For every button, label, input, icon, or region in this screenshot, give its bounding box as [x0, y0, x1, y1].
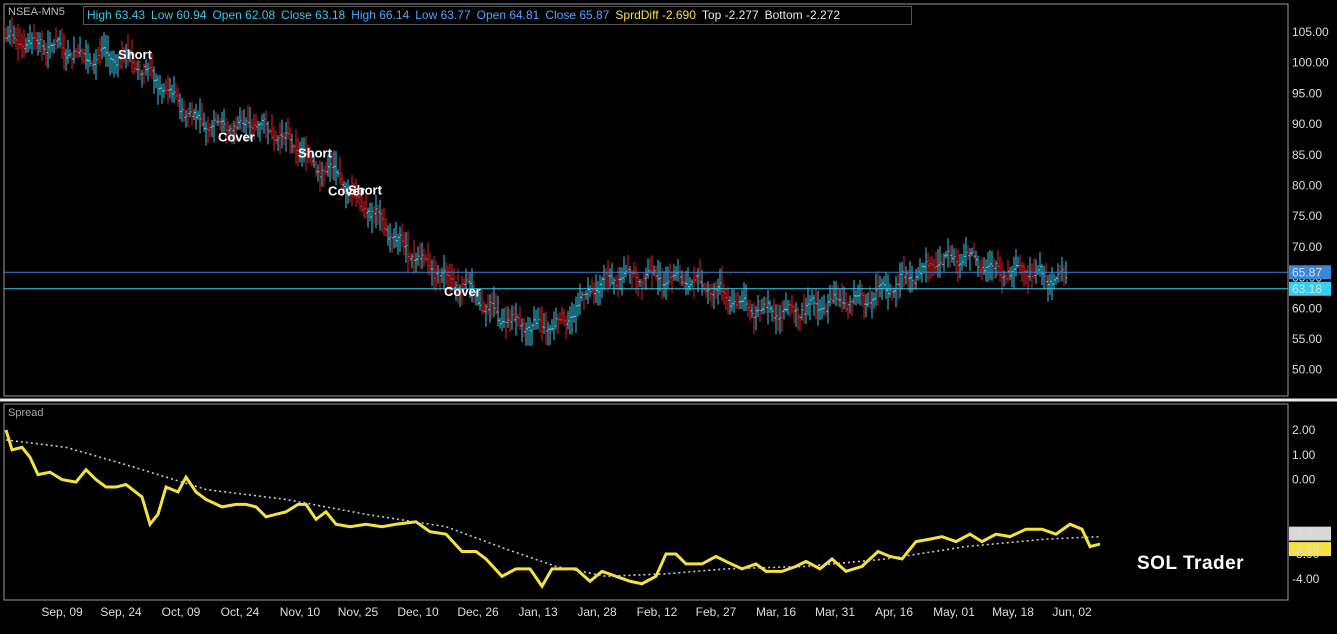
trade-signal-short-4: Short	[348, 183, 383, 198]
time-axis-tick-9: Jan, 28	[577, 605, 617, 619]
info-open-2: Open 62.08	[212, 8, 276, 22]
time-axis-tick-4: Nov, 10	[280, 605, 321, 619]
time-axis-tick-8: Jan, 13	[518, 605, 558, 619]
info-close-3: Close 63.18	[281, 8, 346, 22]
price-axis-tick-3: 90.00	[1292, 117, 1322, 131]
time-axis-tick-10: Feb, 12	[637, 605, 678, 619]
price-axis-tick-2: 95.00	[1292, 86, 1322, 100]
time-axis-tick-14: Apr, 16	[875, 605, 913, 619]
time-axis-tick-1: Sep, 24	[100, 605, 142, 619]
time-axis-tick-15: May, 01	[933, 605, 975, 619]
brand-watermark: SOL Trader	[1137, 553, 1245, 574]
spread-axis-tick-1: 1.00	[1292, 448, 1316, 462]
price-panel-frame	[3, 3, 1289, 397]
last-price-value-1: 65.87	[1292, 265, 1322, 279]
time-axis-tick-5: Nov, 25	[338, 605, 379, 619]
price-axis-tick-10: 55.00	[1292, 332, 1322, 346]
time-axis-tick-7: Dec, 26	[457, 605, 499, 619]
spread-axis-tick-0: 2.00	[1292, 423, 1316, 437]
price-axis-tick-1: 100.00	[1292, 56, 1329, 70]
trade-signal-cover-1: Cover	[218, 129, 255, 144]
time-axis-tick-2: Oct, 09	[162, 605, 201, 619]
chart-canvas: ShortCoverShortCoverShortCover 105.00100…	[0, 3, 1337, 619]
symbol-label: NSEA-MN5	[8, 6, 65, 18]
trade-signal-short-2: Short	[298, 145, 333, 160]
price-axis-tick-11: 50.00	[1292, 363, 1322, 377]
info-top-9: Top -2.277	[701, 8, 759, 22]
time-axis-tick-17: Jun, 02	[1052, 605, 1092, 619]
time-axis-tick-12: Mar, 16	[756, 605, 796, 619]
spread-panel-title: Spread	[8, 407, 44, 419]
price-axis-tick-9: 60.00	[1292, 301, 1322, 315]
price-axis-tick-0: 105.00	[1292, 25, 1329, 39]
time-axis-tick-6: Dec, 10	[397, 605, 439, 619]
info-high-0: High 63.43	[87, 8, 146, 22]
price-axis-tick-4: 85.00	[1292, 148, 1322, 162]
time-axis-tick-3: Oct, 24	[221, 605, 260, 619]
time-axis-tick-13: Mar, 31	[815, 605, 855, 619]
info-sprddiff-8: SprdDiff -2.690	[615, 8, 696, 22]
spread-badge-value-1: -2.28	[1292, 527, 1320, 541]
spread-axis-tick-4: -4.00	[1292, 572, 1320, 586]
spread-panel-frame	[3, 403, 1289, 601]
last-price-value-0: 63.18	[1292, 282, 1322, 296]
info-low-1: Low 60.94	[151, 8, 207, 22]
info-high-4: High 66.14	[351, 8, 410, 22]
info-close-7: Close 65.87	[545, 8, 610, 22]
spread-axis-tick-2: 0.00	[1292, 473, 1316, 487]
info-bottom-10: Bottom -2.272	[764, 8, 840, 22]
trade-signal-cover-5: Cover	[444, 284, 481, 299]
trade-signal-short-0: Short	[118, 47, 153, 62]
price-axis-tick-7: 70.00	[1292, 240, 1322, 254]
price-axis-tick-5: 80.00	[1292, 179, 1322, 193]
info-low-5: Low 63.77	[415, 8, 471, 22]
time-axis-tick-16: May, 18	[992, 605, 1034, 619]
price-axis-tick-6: 75.00	[1292, 209, 1322, 223]
info-open-6: Open 64.81	[476, 8, 540, 22]
time-axis-tick-0: Sep, 09	[41, 605, 83, 619]
time-axis-tick-11: Feb, 27	[696, 605, 737, 619]
spread-badge-value-0: -2.69	[1292, 542, 1320, 556]
ohlc-info-bar: High 63.43 Low 60.94 Open 62.08 Close 63.18…	[83, 6, 912, 25]
